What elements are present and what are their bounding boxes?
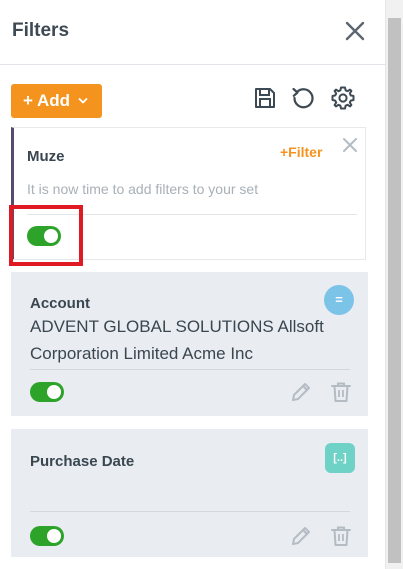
divider [30, 369, 350, 370]
filter-toggle[interactable] [30, 526, 64, 546]
filter-label: Purchase Date [30, 453, 135, 470]
toggle-knob [47, 385, 61, 399]
scrollbar-thumb[interactable] [388, 18, 401, 563]
edit-icon[interactable] [289, 380, 313, 404]
save-icon[interactable] [252, 85, 278, 111]
trash-icon[interactable] [329, 524, 353, 548]
toggle-knob [47, 529, 61, 543]
filter-card-account: Account = ADVENT GLOBAL SOLUTIONS Allsof… [11, 272, 368, 416]
filter-card-purchase-date: Purchase Date [..] [11, 429, 368, 557]
add-button-label: + Add [23, 91, 71, 110]
close-icon[interactable] [342, 137, 358, 153]
panel-header: Filters [0, 0, 385, 65]
equals-badge-icon: = [324, 285, 354, 315]
page-title: Filters [12, 20, 70, 41]
filter-set-hint: It is now time to add filters to your se… [27, 181, 259, 197]
divider [30, 511, 350, 512]
scrollbar[interactable] [386, 0, 403, 569]
edit-icon[interactable] [289, 524, 313, 548]
filter-set-name: Muze [27, 148, 65, 165]
trash-icon[interactable] [329, 380, 353, 404]
filter-value: ADVENT GLOBAL SOLUTIONS Allsoft Corporat… [30, 317, 324, 363]
filter-toggle[interactable] [30, 382, 64, 402]
close-icon[interactable] [342, 18, 368, 44]
add-filter-link[interactable]: +Filter [280, 144, 322, 160]
gear-icon[interactable] [330, 85, 356, 111]
reset-icon[interactable] [290, 85, 316, 111]
filters-panel: Filters + Add Muze +Filter It is now tim… [0, 0, 386, 569]
range-badge-icon: [..] [325, 443, 355, 473]
chevron-down-icon [78, 98, 88, 104]
filter-label: Account [30, 295, 90, 312]
add-button[interactable]: + Add [11, 84, 102, 118]
highlight-box [9, 205, 83, 266]
